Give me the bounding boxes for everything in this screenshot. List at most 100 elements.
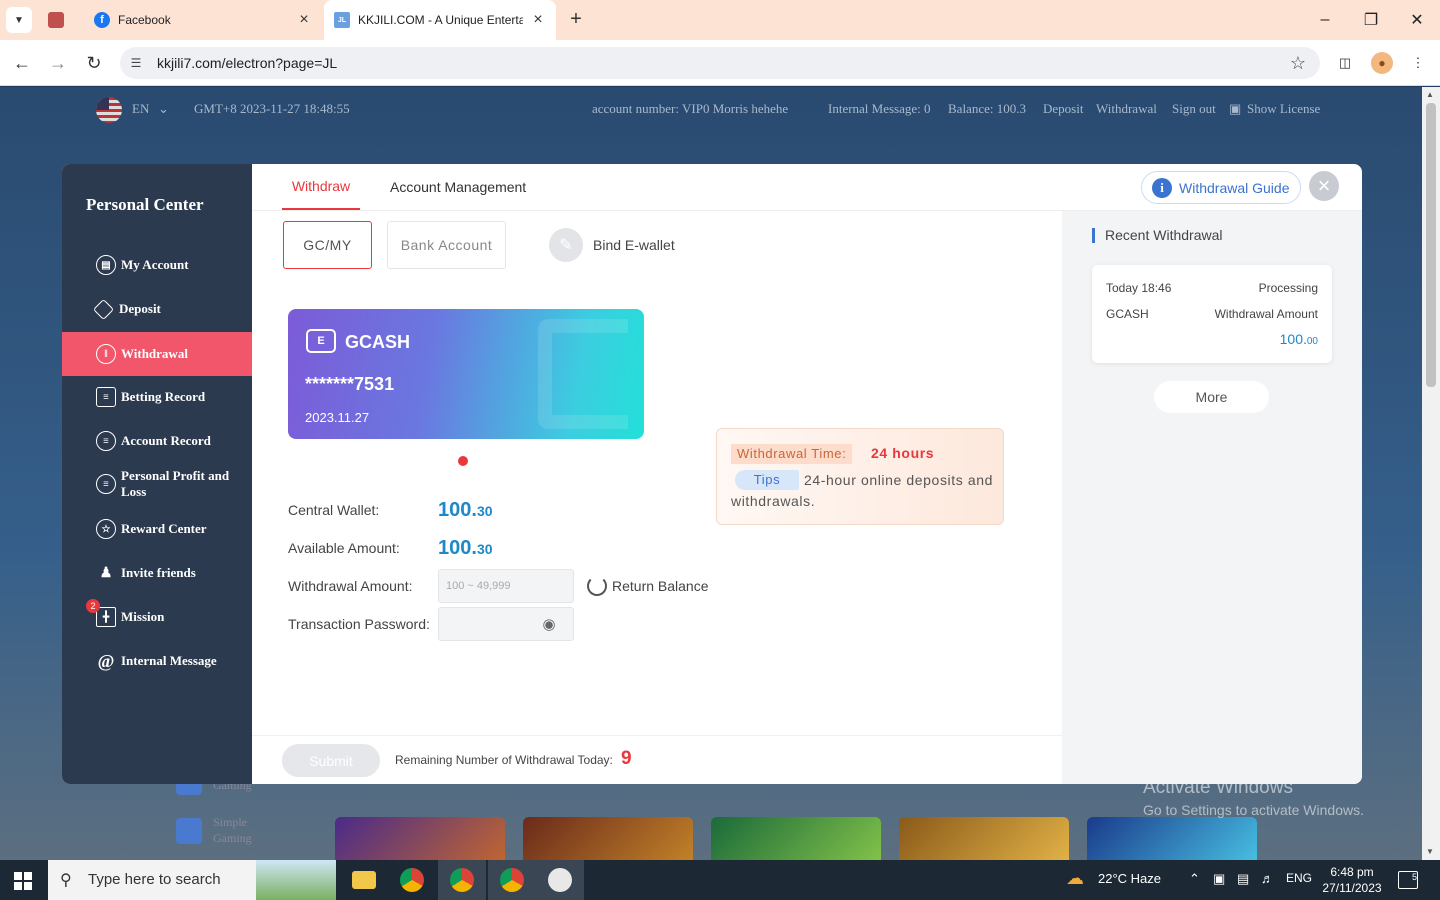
available-amount-value: 100.30 xyxy=(438,537,493,559)
withdrawal-amount-label: Withdrawal Amount: xyxy=(288,578,413,594)
recent-withdrawal-card[interactable]: Today 18:46 Processing GCASH Withdrawal … xyxy=(1092,265,1332,363)
scroll-up-icon[interactable]: ▲ xyxy=(1426,90,1434,99)
menu-item-withdrawal[interactable]: ‖ Withdrawal xyxy=(62,332,252,376)
game-thumbnail[interactable] xyxy=(899,817,1069,860)
app-icon[interactable] xyxy=(536,860,584,900)
recent-withdrawal-panel: Recent Withdrawal Today 18:46 Processing… xyxy=(1062,211,1362,784)
us-flag-icon[interactable] xyxy=(96,97,122,123)
file-explorer-icon[interactable] xyxy=(340,860,388,900)
browser-menu-icon[interactable]: ⋮ xyxy=(1407,52,1429,74)
remaining-withdrawals-count: 9 xyxy=(621,748,632,769)
show-license-link[interactable]: Show License xyxy=(1247,101,1320,117)
address-bar[interactable]: ☰ kkjili7.com/electron?page=JL ☆ xyxy=(120,47,1320,79)
tab-facebook[interactable]: f Facebook × xyxy=(82,0,322,40)
close-modal-icon[interactable]: × xyxy=(1309,171,1339,201)
category-label: Simple Gaming xyxy=(213,815,252,845)
weather-text[interactable]: 22°C Haze xyxy=(1098,871,1161,886)
tab-title: Facebook xyxy=(118,13,171,27)
id-card-icon: ▤ xyxy=(96,255,116,275)
eye-slash-icon[interactable]: ◉ xyxy=(537,615,561,633)
game-thumbnail[interactable] xyxy=(523,817,693,860)
withdrawal-link[interactable]: Withdrawal xyxy=(1096,101,1157,117)
game-thumbnail[interactable] xyxy=(711,817,881,860)
site-settings-icon[interactable]: ☰ xyxy=(128,55,144,71)
close-tab-icon[interactable]: × xyxy=(296,11,312,28)
withdrawal-amount-input[interactable]: 100 ~ 49,999 xyxy=(438,569,574,603)
chrome-profile-icon[interactable] xyxy=(438,860,486,900)
bind-ewallet-button[interactable]: ✎ Bind E-wallet xyxy=(549,228,675,262)
url-text[interactable]: kkjili7.com/electron?page=JL xyxy=(157,55,337,71)
bookmark-star-icon[interactable]: ☆ xyxy=(1290,53,1306,74)
chevron-up-icon[interactable]: ⌃ xyxy=(1189,871,1200,887)
return-balance-button[interactable]: Return Balance xyxy=(587,576,709,596)
menu-item-deposit[interactable]: Deposit xyxy=(62,287,252,331)
gcash-card[interactable]: E GCASH *******7531 2023.11.27 xyxy=(288,309,644,439)
browser-toolbar: ← → ↻ ☰ kkjili7.com/electron?page=JL ☆ ◫… xyxy=(0,40,1440,86)
chrome-profile-icon[interactable] xyxy=(488,860,536,900)
menu-item-mission[interactable]: 2 ╋ Mission xyxy=(62,595,252,639)
facebook-icon: f xyxy=(94,12,110,28)
withdrawal-tips-box: Withdrawal Time: 24 hours Tips 24-hour o… xyxy=(716,428,1004,525)
carousel-dot[interactable] xyxy=(458,456,468,466)
game-thumbnail[interactable] xyxy=(335,817,505,860)
recent-status: Processing xyxy=(1258,281,1318,295)
taskbar-search[interactable]: ⚲ Type here to search xyxy=(48,860,336,900)
at-icon: @ xyxy=(97,650,115,671)
more-button[interactable]: More xyxy=(1154,381,1269,413)
tab-kkjili[interactable]: JL KKJILI.COM - A Unique Entertainment × xyxy=(324,0,556,40)
network-icon[interactable]: ▤ xyxy=(1237,871,1249,887)
forward-icon[interactable]: → xyxy=(46,51,70,75)
tab-search-button[interactable]: ▼ xyxy=(6,7,32,33)
notification-center-icon[interactable]: 5 xyxy=(1398,871,1418,889)
sign-out-link[interactable]: Sign out xyxy=(1172,101,1216,117)
method-bank-account[interactable]: Bank Account xyxy=(387,221,506,269)
method-gc-my[interactable]: GC/MY xyxy=(283,221,372,269)
new-tab-button[interactable]: + xyxy=(566,9,586,30)
language-indicator[interactable]: ENG xyxy=(1286,871,1312,885)
game-thumbnail[interactable] xyxy=(1087,817,1257,860)
activate-windows-subtitle: Go to Settings to activate Windows. xyxy=(1143,802,1364,818)
menu-label: Reward Center xyxy=(121,521,207,536)
language-select[interactable]: EN xyxy=(132,101,149,117)
transaction-password-label: Transaction Password: xyxy=(288,616,430,632)
page-scrollbar[interactable]: ▲ ▼ xyxy=(1422,87,1440,860)
close-window-icon[interactable]: ✕ xyxy=(1405,8,1429,32)
profile-avatar[interactable]: ● xyxy=(1371,52,1393,74)
meet-icon[interactable]: ▣ xyxy=(1213,871,1225,887)
menu-item-my-account[interactable]: ▤ My Account xyxy=(62,243,252,287)
restore-icon[interactable]: ❐ xyxy=(1359,8,1383,32)
bind-label: Bind E-wallet xyxy=(593,237,675,253)
submit-button[interactable]: Submit xyxy=(282,744,380,777)
taskbar-clock[interactable]: 6:48 pm 27/11/2023 xyxy=(1322,864,1382,896)
account-number[interactable]: account number: VIP0 Morris hehehe xyxy=(592,101,788,117)
pinned-tab[interactable] xyxy=(44,0,76,40)
transaction-password-input[interactable]: ◉ xyxy=(438,607,574,641)
menu-item-account-record[interactable]: ≡ Account Record xyxy=(62,419,252,463)
menu-item-profit-loss[interactable]: ≡ Personal Profit and Loss xyxy=(62,462,252,506)
reload-icon[interactable]: ↻ xyxy=(82,51,106,75)
chart-icon: ≡ xyxy=(96,474,116,494)
menu-item-internal-message[interactable]: @ Internal Message xyxy=(62,639,252,683)
internal-message-link[interactable]: Internal Message: 0 xyxy=(828,101,931,117)
windows-start-icon[interactable] xyxy=(14,872,32,890)
close-tab-icon[interactable]: × xyxy=(530,11,546,28)
minimize-icon[interactable]: – xyxy=(1313,8,1337,32)
deposit-link[interactable]: Deposit xyxy=(1043,101,1083,117)
tab-account-management[interactable]: Account Management xyxy=(390,164,526,210)
menu-item-betting-record[interactable]: ≡ Betting Record xyxy=(62,375,252,419)
withdrawal-guide-button[interactable]: i Withdrawal Guide xyxy=(1141,171,1301,204)
withdrawal-time-label: Withdrawal Time: xyxy=(731,444,853,464)
pencil-icon: ✎ xyxy=(549,228,583,262)
receipt-icon: ≡ xyxy=(96,387,116,407)
side-panel-icon[interactable]: ◫ xyxy=(1334,52,1356,74)
chrome-icon[interactable] xyxy=(388,860,436,900)
scroll-down-icon[interactable]: ▼ xyxy=(1426,847,1434,856)
menu-item-invite-friends[interactable]: ♟ Invite friends xyxy=(62,551,252,595)
guide-label: Withdrawal Guide xyxy=(1179,179,1290,196)
menu-item-reward-center[interactable]: ☆ Reward Center xyxy=(62,507,252,551)
scrollbar-thumb[interactable] xyxy=(1426,103,1436,387)
tab-withdraw[interactable]: Withdraw xyxy=(282,164,360,210)
volume-icon[interactable]: ♬ xyxy=(1261,871,1274,886)
menu-label: My Account xyxy=(121,257,189,272)
back-icon[interactable]: ← xyxy=(10,51,34,75)
